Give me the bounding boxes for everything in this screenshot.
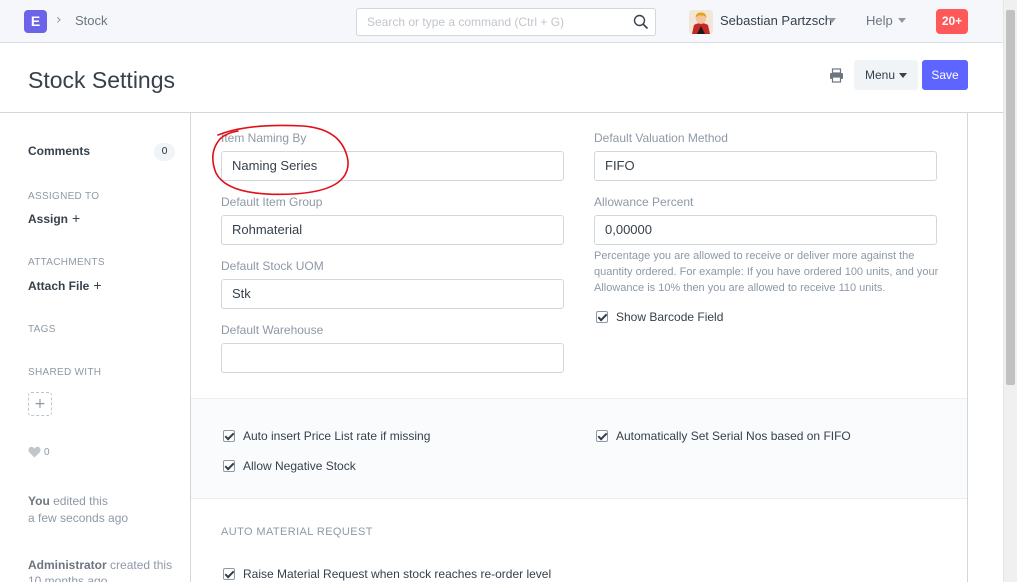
default-warehouse-label: Default Warehouse [221,323,324,337]
default-item-group-input[interactable]: Rohmaterial [221,215,564,245]
auto-insert-price-list-checkbox[interactable]: Auto insert Price List rate if missing [223,429,430,443]
notification-badge[interactable]: 20+ [936,9,968,34]
default-warehouse-input[interactable] [221,343,564,373]
shared-with-heading: SHARED WITH [28,367,102,378]
stock-settings-form: Item Naming By Naming Series Default Ite… [190,113,968,582]
item-naming-by-select[interactable]: Naming Series [221,151,564,181]
checkbox-checked-icon[interactable] [596,311,608,323]
assign-label: Assign [28,212,69,226]
allow-negative-stock-label: Allow Negative Stock [243,459,356,473]
checkbox-checked-icon[interactable] [223,430,235,442]
auto-serial-nos-label: Automatically Set Serial Nos based on FI… [616,429,851,443]
comments-link[interactable]: Comments [28,144,90,158]
plus-icon: + [93,277,102,293]
comments-count-badge: 0 [154,143,175,161]
menu-button[interactable]: Menu [854,60,918,90]
app-logo[interactable]: E [24,10,47,33]
show-barcode-field-label: Show Barcode Field [616,310,724,324]
auto-material-request-heading: AUTO MATERIAL REQUEST [221,526,373,538]
scrollbar-thumb[interactable] [1006,10,1015,385]
activity-actor[interactable]: You [28,494,50,508]
likes-count: 0 [44,446,50,458]
menu-caret-icon [899,73,907,78]
item-naming-by-label: Item Naming By [221,131,307,145]
show-barcode-field-checkbox[interactable]: Show Barcode Field [596,310,723,324]
allowance-percent-description: Percentage you are allowed to receive or… [594,250,939,294]
checkbox-checked-icon[interactable] [223,460,235,472]
tags-heading: TAGS [28,324,56,335]
assigned-to-heading: ASSIGNED TO [28,191,100,202]
default-stock-uom-input[interactable]: Stk [221,279,564,309]
auto-insert-price-list-label: Auto insert Price List rate if missing [243,429,431,443]
save-button[interactable]: Save [922,60,968,90]
activity-item: Administrator created this [28,558,172,572]
page-title: Stock Settings [28,67,176,93]
help-menu[interactable]: Help [866,13,893,28]
attach-file-label: Attach File [28,279,90,293]
attach-file-link[interactable]: Attach File + [28,277,102,293]
user-menu[interactable]: Sebastian Partzsch [720,13,832,28]
checkbox-checked-icon[interactable] [223,568,235,580]
user-caret-icon [828,18,836,23]
add-share-button[interactable]: + [28,392,52,416]
search-input[interactable] [357,9,627,35]
breadcrumb-chevron-icon: › [56,12,62,28]
allowance-percent-label: Allowance Percent [594,195,694,209]
default-stock-uom-label: Default Stock UOM [221,259,324,273]
form-sidebar: Comments 0 ASSIGNED TO Assign + ATTACHMEN… [0,113,190,582]
checkbox-checked-icon[interactable] [596,430,608,442]
help-caret-icon [898,18,906,23]
activity-action: edited this [53,494,108,508]
allowance-percent-input[interactable]: 0,00000 [594,215,937,245]
user-avatar[interactable] [689,10,713,34]
search-bar [356,8,656,36]
auto-serial-nos-checkbox[interactable]: Automatically Set Serial Nos based on FI… [596,429,851,443]
assign-link[interactable]: Assign + [28,210,80,226]
stock-options-section: Auto insert Price List rate if missing A… [191,398,967,499]
breadcrumb-stock[interactable]: Stock [75,13,108,28]
page-scrollbar[interactable] [1003,0,1017,582]
default-valuation-method-select[interactable]: FIFO [594,151,937,181]
page-head: Stock Settings Menu Save [0,43,1003,113]
activity-time: a few seconds ago [28,511,129,525]
like-button[interactable]: 0 [28,446,50,458]
navbar: E › Stock Sebastian Partzsch Help 20+ [0,0,1003,43]
heart-icon [28,446,41,458]
activity-actor[interactable]: Administrator [28,558,107,572]
plus-icon: + [72,210,81,226]
print-icon[interactable] [829,68,844,83]
allow-negative-stock-checkbox[interactable]: Allow Negative Stock [223,459,356,473]
default-valuation-method-label: Default Valuation Method [594,131,728,145]
activity-time: 10 months ago [28,574,108,582]
attachments-heading: ATTACHMENTS [28,257,105,268]
activity-item: You edited this [28,494,108,508]
search-icon[interactable] [633,14,649,30]
default-item-group-label: Default Item Group [221,195,323,209]
raise-material-request-label: Raise Material Request when stock reache… [243,567,552,581]
raise-material-request-checkbox[interactable]: Raise Material Request when stock reache… [223,567,551,581]
activity-action: created this [110,558,173,572]
